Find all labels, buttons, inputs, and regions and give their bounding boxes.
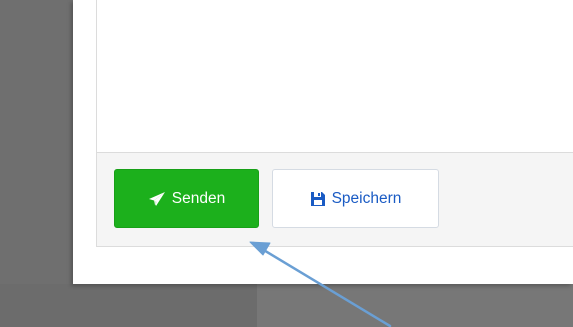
send-button-label: Senden	[171, 189, 226, 207]
editor-footer: Senden Speichern	[97, 153, 573, 246]
send-button[interactable]: Senden	[114, 169, 259, 228]
floppy-disk-icon	[310, 191, 326, 207]
editor-container: Senden Speichern	[96, 0, 573, 247]
message-editor[interactable]	[97, 0, 573, 153]
paper-plane-icon	[148, 191, 166, 207]
backdrop	[0, 284, 257, 327]
save-button-label: Speichern	[331, 189, 402, 207]
save-button[interactable]: Speichern	[272, 169, 439, 228]
dialog: Senden Speichern	[73, 0, 573, 284]
backdrop-panel	[257, 284, 573, 327]
